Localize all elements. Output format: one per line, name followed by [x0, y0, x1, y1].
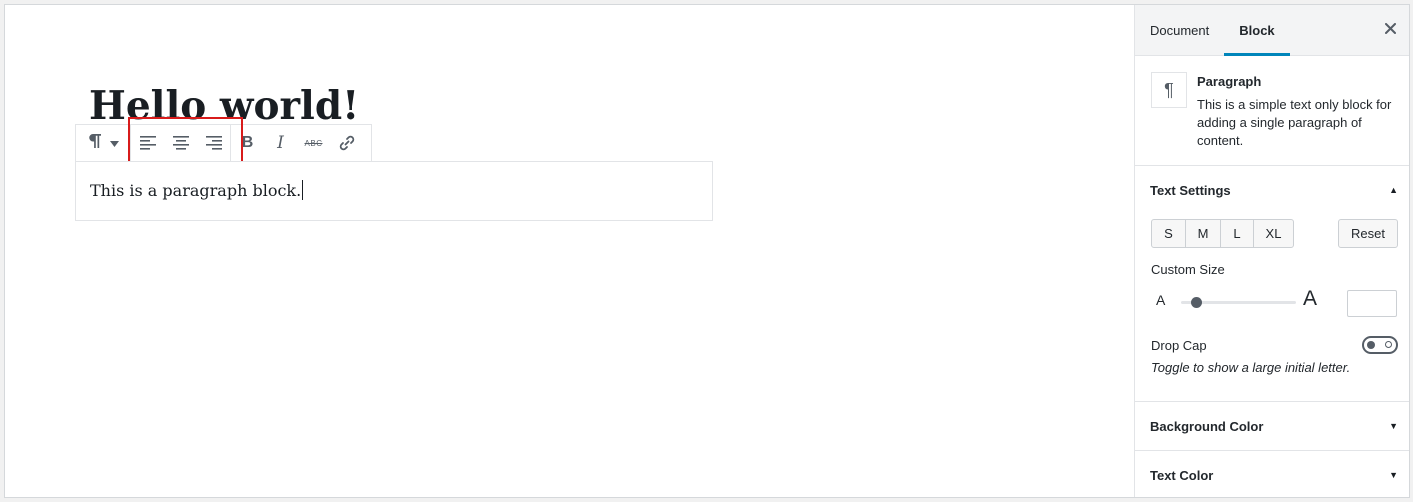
slider-handle[interactable] — [1191, 297, 1202, 308]
align-right-button[interactable] — [197, 125, 230, 161]
link-icon — [338, 134, 356, 152]
custom-size-slider[interactable] — [1181, 297, 1296, 308]
text-color-title: Text Color — [1150, 467, 1214, 483]
text-color-toggle[interactable]: Text Color ▼ — [1135, 451, 1409, 497]
align-center-icon — [172, 136, 189, 150]
settings-sidebar: Document Block ¶ Paragraph This is a sim… — [1134, 5, 1409, 497]
toggle-knob — [1367, 341, 1375, 349]
text-color-panel: Text Color ▼ — [1135, 451, 1409, 497]
block-card-title: Paragraph — [1197, 74, 1262, 89]
expand-arrow-icon: ▼ — [1389, 470, 1398, 480]
font-size-picker: S M L XL — [1151, 219, 1294, 248]
block-card-description: This is a simple text only block for add… — [1197, 97, 1392, 148]
text-settings-toggle[interactable]: Text Settings ▲ — [1135, 166, 1409, 214]
block-toolbar: B I ABC — [75, 124, 372, 162]
italic-icon: I — [277, 133, 284, 153]
size-button-xl[interactable]: XL — [1253, 220, 1293, 247]
toggle-off-indicator — [1385, 341, 1392, 348]
background-color-title: Background Color — [1150, 418, 1264, 434]
large-font-glyph: A — [1303, 287, 1318, 310]
formatting-group: B I ABC — [230, 125, 363, 161]
alignment-group — [130, 125, 230, 161]
post-title[interactable]: Hello world! — [89, 83, 359, 129]
text-caret — [302, 180, 304, 200]
size-button-l[interactable]: L — [1220, 220, 1253, 247]
close-icon — [1384, 21, 1396, 39]
text-settings-panel: Text Settings ▲ S M L XL Reset Custom Si… — [1135, 166, 1409, 402]
italic-button[interactable]: I — [264, 125, 297, 161]
block-switcher-group — [76, 125, 130, 161]
bold-button[interactable]: B — [231, 125, 264, 161]
custom-size-input[interactable] — [1347, 290, 1397, 317]
editor-window: Hello world! B I ABC This is a paragraph… — [4, 4, 1410, 498]
align-right-icon — [205, 136, 222, 150]
bold-icon: B — [241, 134, 254, 151]
small-font-glyph: A — [1156, 292, 1166, 308]
size-button-m[interactable]: M — [1185, 220, 1220, 247]
strikethrough-button[interactable]: ABC — [297, 125, 330, 161]
paragraph-icon: ¶ — [1151, 72, 1187, 108]
background-color-panel: Background Color ▼ — [1135, 402, 1409, 451]
paragraph-icon — [88, 132, 102, 155]
reset-button[interactable]: Reset — [1338, 219, 1398, 248]
strikethrough-icon: ABC — [304, 138, 323, 148]
link-button[interactable] — [330, 125, 363, 161]
sidebar-tabs: Document Block — [1135, 5, 1409, 56]
editor-canvas: Hello world! B I ABC This is a paragraph… — [5, 5, 1134, 497]
text-settings-title: Text Settings — [1150, 182, 1231, 198]
block-card: ¶ Paragraph This is a simple text only b… — [1135, 56, 1409, 166]
align-left-icon — [139, 136, 156, 150]
drop-cap-label: Drop Cap — [1151, 338, 1207, 353]
expand-arrow-icon: ▼ — [1389, 421, 1398, 431]
drop-cap-help: Toggle to show a large initial letter. — [1151, 360, 1351, 375]
background-color-toggle[interactable]: Background Color ▼ — [1135, 402, 1409, 450]
drop-cap-toggle[interactable] — [1362, 336, 1398, 354]
caret-down-icon — [109, 134, 119, 152]
paragraph-text[interactable]: This is a paragraph block. — [90, 181, 301, 200]
block-switcher-button[interactable] — [76, 125, 130, 161]
close-sidebar-button[interactable] — [1379, 19, 1401, 41]
align-left-button[interactable] — [131, 125, 164, 161]
align-center-button[interactable] — [164, 125, 197, 161]
tab-block[interactable]: Block — [1224, 5, 1291, 56]
size-button-s[interactable]: S — [1152, 220, 1185, 247]
paragraph-text-wrapper[interactable]: This is a paragraph block. — [90, 180, 304, 200]
custom-size-label: Custom Size — [1151, 262, 1225, 277]
tab-document[interactable]: Document — [1135, 5, 1224, 55]
collapse-arrow-icon: ▲ — [1389, 185, 1398, 195]
paragraph-block[interactable]: This is a paragraph block. — [75, 161, 713, 221]
